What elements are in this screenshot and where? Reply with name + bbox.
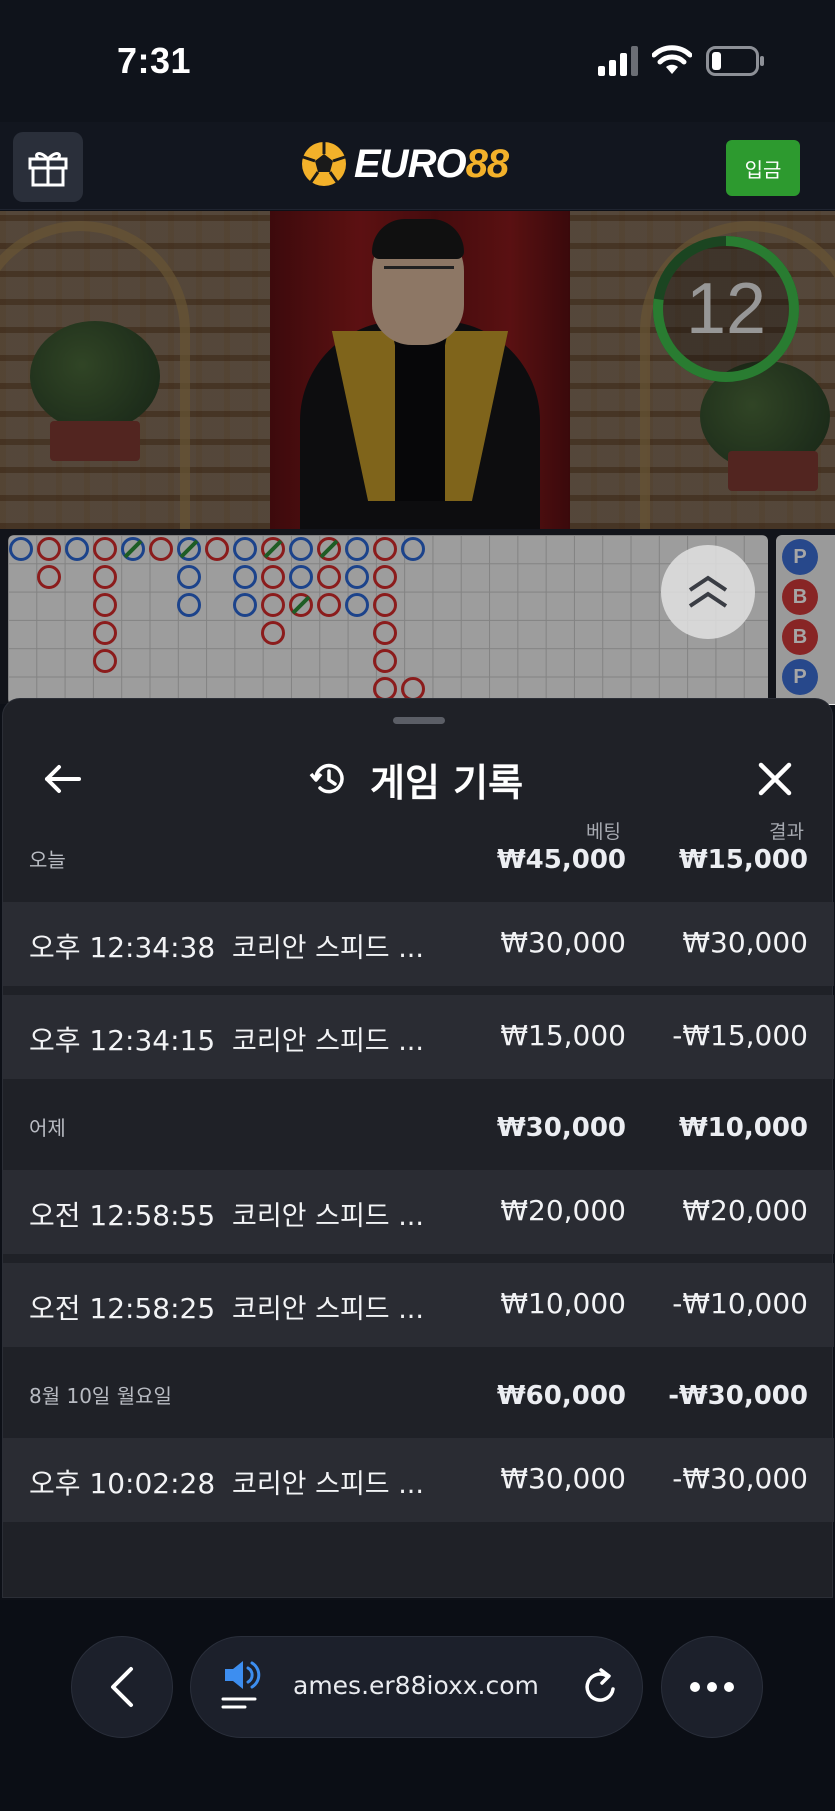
wifi-icon bbox=[652, 45, 692, 74]
row-game: 코리안 스피드 ... bbox=[232, 1026, 424, 1057]
group-label: 오늘 bbox=[29, 848, 66, 872]
app-header: EURO88 입금 bbox=[0, 122, 835, 210]
row-bet: ₩20,000 bbox=[500, 1194, 626, 1227]
row-result: -₩15,000 bbox=[672, 1019, 808, 1052]
game-history-sheet: 게임 기록 베팅 결과 오늘 ₩45,000 ₩15,000 오후 12:34:… bbox=[2, 698, 834, 1598]
deposit-button[interactable]: 입금 bbox=[726, 140, 800, 196]
group-label: 어제 bbox=[29, 1116, 66, 1140]
history-row[interactable]: 오전 12:58:55 코리안 스피드 ... ₩20,000 ₩20,000 bbox=[3, 1170, 834, 1254]
sheet-title: 게임 기록 bbox=[370, 760, 524, 805]
battery-icon bbox=[706, 46, 764, 76]
address-bar[interactable]: ames.er88ioxx.com bbox=[190, 1636, 643, 1738]
more-icon bbox=[690, 1682, 734, 1692]
euro88-logo: EURO88 bbox=[300, 136, 509, 192]
group-result-total: ₩15,000 bbox=[678, 845, 808, 875]
group-bet-total: ₩30,000 bbox=[496, 1113, 626, 1143]
chevron-left-icon bbox=[111, 1667, 133, 1707]
cellular-signal-icon bbox=[598, 46, 638, 76]
group-bet-total: ₩60,000 bbox=[496, 1381, 626, 1411]
browser-back-button[interactable] bbox=[71, 1636, 173, 1738]
group-bet-total: ₩45,000 bbox=[496, 845, 626, 875]
group-header-today: 오늘 ₩45,000 ₩15,000 bbox=[3, 829, 834, 885]
sheet-grabber[interactable] bbox=[393, 717, 445, 724]
row-time: 오후 12:34:15 bbox=[29, 1024, 216, 1057]
row-game: 코리안 스피드 ... bbox=[232, 1294, 424, 1325]
url-text: ames.er88ioxx.com bbox=[293, 1671, 539, 1700]
reload-icon[interactable] bbox=[579, 1665, 623, 1709]
row-result: ₩30,000 bbox=[682, 926, 808, 959]
logo-text: EURO88 bbox=[354, 141, 509, 186]
browser-toolbar: ames.er88ioxx.com bbox=[0, 1600, 835, 1811]
game-page: 7:31 EURO88 입금 12 P B B P 게임 기록 베팅 결과 오늘… bbox=[0, 0, 835, 1811]
sheet-header: 게임 기록 bbox=[3, 739, 834, 819]
row-result: -₩30,000 bbox=[672, 1462, 808, 1495]
gift-button[interactable] bbox=[13, 132, 83, 202]
row-bet: ₩30,000 bbox=[500, 1462, 626, 1495]
speaker-icon[interactable] bbox=[221, 1659, 267, 1713]
history-row[interactable]: 오전 12:58:25 코리안 스피드 ... ₩10,000 -₩10,000 bbox=[3, 1263, 834, 1347]
back-arrow-icon[interactable] bbox=[39, 755, 87, 803]
gift-icon bbox=[28, 152, 68, 187]
group-result-total: -₩30,000 bbox=[668, 1381, 808, 1411]
row-bet: ₩30,000 bbox=[500, 926, 626, 959]
chevrons-up-icon bbox=[688, 575, 728, 608]
row-time: 오전 12:58:25 bbox=[29, 1292, 216, 1325]
group-header-aug-10: 8월 10일 월요일 ₩60,000 -₩30,000 bbox=[3, 1365, 834, 1421]
row-result: -₩10,000 bbox=[672, 1287, 808, 1320]
status-time: 7:31 bbox=[117, 40, 192, 81]
group-label: 8월 10일 월요일 bbox=[29, 1384, 172, 1408]
history-row[interactable]: 오후 10:02:28 코리안 스피드 ... ₩30,000 -₩30,000 bbox=[3, 1438, 834, 1522]
row-game: 코리안 스피드 ... bbox=[232, 1201, 424, 1232]
group-result-total: ₩10,000 bbox=[678, 1113, 808, 1143]
soccer-ball-icon bbox=[302, 142, 346, 186]
more-options-button[interactable] bbox=[661, 1636, 763, 1738]
status-bar: 7:31 bbox=[0, 0, 835, 122]
close-icon[interactable] bbox=[751, 755, 799, 803]
row-time: 오후 12:34:38 bbox=[29, 931, 216, 964]
history-icon bbox=[309, 763, 344, 794]
row-bet: ₩15,000 bbox=[500, 1019, 626, 1052]
row-time: 오후 10:02:28 bbox=[29, 1467, 216, 1500]
row-time: 오전 12:58:55 bbox=[29, 1199, 216, 1232]
history-row[interactable]: 오후 12:34:38 코리안 스피드 ... ₩30,000 ₩30,000 bbox=[3, 902, 834, 986]
row-result: ₩20,000 bbox=[682, 1194, 808, 1227]
history-row[interactable]: 오후 12:34:15 코리안 스피드 ... ₩15,000 -₩15,000 bbox=[3, 995, 834, 1079]
row-game: 코리안 스피드 ... bbox=[232, 933, 424, 964]
row-bet: ₩10,000 bbox=[500, 1287, 626, 1320]
sheet-title-wrap: 게임 기록 bbox=[308, 749, 523, 809]
expand-up-button[interactable] bbox=[661, 545, 755, 639]
group-header-yesterday: 어제 ₩30,000 ₩10,000 bbox=[3, 1097, 834, 1153]
row-game: 코리안 스피드 ... bbox=[232, 1469, 424, 1500]
